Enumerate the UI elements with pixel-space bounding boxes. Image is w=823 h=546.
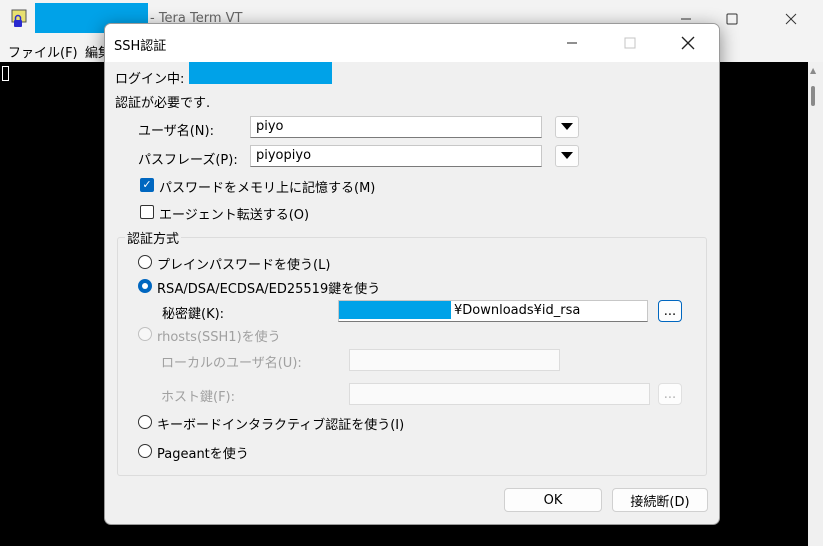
rsa-key-radio[interactable]: [138, 279, 152, 293]
username-label: ユーザ名(N):: [138, 124, 214, 139]
private-key-label: 秘密鍵(K):: [162, 307, 225, 322]
remember-password-checkbox[interactable]: ✓: [140, 178, 154, 192]
pageant-radio[interactable]: [138, 444, 152, 458]
passphrase-input[interactable]: piyopiyo: [250, 145, 542, 167]
auth-method-group-label: 認証方式: [125, 228, 182, 247]
terminal-cursor: [2, 66, 9, 81]
username-input[interactable]: piyo: [250, 116, 542, 138]
browse-host-key-button: ...: [658, 383, 682, 405]
redacted-path-block: [339, 301, 451, 319]
auth-required-text: 認証が必要です.: [115, 96, 211, 111]
plain-password-label[interactable]: プレインパスワードを使う(L): [157, 254, 330, 273]
menu-file[interactable]: ファイル(F): [8, 42, 78, 61]
keyboard-interactive-radio[interactable]: [138, 415, 152, 429]
keyboard-interactive-label[interactable]: キーボードインタラクティブ認証を使う(I): [157, 414, 404, 433]
scroll-up-arrow-icon[interactable]: ▲: [810, 66, 816, 75]
agent-forwarding-checkbox[interactable]: [140, 205, 154, 219]
dialog-close-button[interactable]: [665, 24, 711, 62]
ok-button[interactable]: OK: [504, 488, 602, 512]
local-username-label: ローカルのユーザ名(U):: [161, 356, 302, 371]
teraterm-app-icon: [11, 9, 29, 29]
host-key-label: ホスト鍵(F):: [161, 390, 236, 405]
local-username-input: [349, 349, 560, 371]
scrollbar-thumb[interactable]: [811, 86, 815, 106]
dialog-title: SSH認証: [114, 39, 167, 54]
dialog-maximize-button: [607, 24, 653, 62]
passphrase-history-dropdown[interactable]: [555, 145, 579, 167]
plain-password-radio[interactable]: [138, 255, 152, 269]
browse-private-key-button[interactable]: ...: [658, 300, 682, 322]
rhosts-label: rhosts(SSH1)を使う: [157, 330, 281, 345]
triangle-down-icon: [561, 152, 573, 159]
rsa-key-label[interactable]: RSA/DSA/ECDSA/ED25519鍵を使う: [157, 278, 380, 297]
terminal-close-button[interactable]: [768, 0, 814, 38]
rhosts-radio: [138, 327, 152, 341]
passphrase-label: パスフレーズ(P):: [138, 153, 238, 168]
terminal-scrollbar[interactable]: [808, 62, 823, 546]
dialog-minimize-button[interactable]: [549, 24, 595, 62]
remember-password-label[interactable]: パスワードをメモリ上に記憶する(M): [159, 177, 375, 196]
agent-forwarding-label[interactable]: エージェント転送する(O): [159, 204, 309, 223]
redacted-login-block: [189, 62, 332, 84]
host-key-input: [349, 383, 650, 405]
username-history-dropdown[interactable]: [555, 116, 579, 138]
disconnect-button[interactable]: 接続断(D): [612, 488, 708, 512]
triangle-down-icon: [561, 123, 573, 130]
pageant-label[interactable]: Pageantを使う: [157, 443, 249, 462]
ssh-auth-dialog: SSH認証 ログイン中: 認証が必要です. ユーザ名(N): piyo パスフレ…: [104, 23, 720, 525]
login-label: ログイン中:: [115, 72, 185, 87]
